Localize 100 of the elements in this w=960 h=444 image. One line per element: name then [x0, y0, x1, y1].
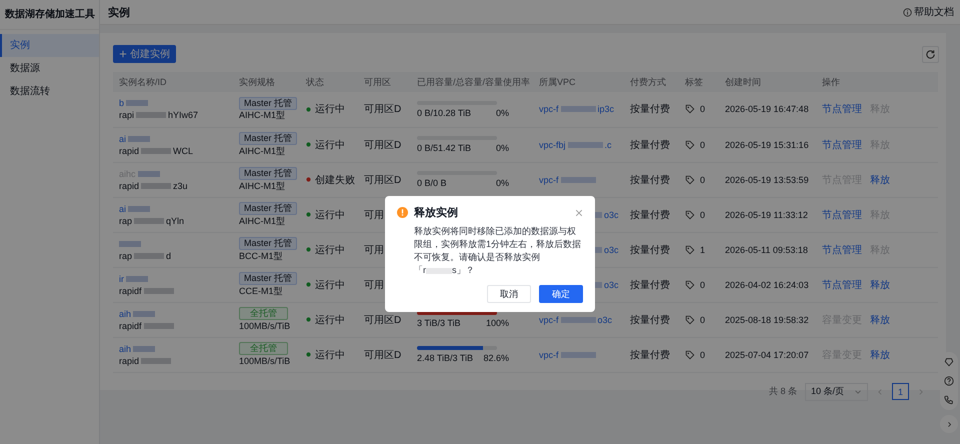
chevron-right-icon — [946, 420, 952, 428]
close-icon[interactable] — [575, 208, 583, 216]
action-link[interactable]: 释放 — [870, 278, 890, 292]
help-icon[interactable] — [944, 376, 954, 386]
sidebar-item[interactable]: 数据源 — [0, 57, 99, 80]
instance-name-link[interactable]: ai — [119, 134, 126, 144]
status-text: 运行中 — [315, 278, 345, 292]
action-link[interactable]: 释放 — [870, 312, 890, 326]
instance-id: hYIw67 — [168, 110, 198, 120]
tag-count: 0 — [700, 210, 706, 220]
usage-rate: 0% — [496, 178, 509, 188]
redaction-mask — [141, 182, 172, 188]
created-time: 2026-05-19 16:47:48 — [725, 104, 809, 114]
redaction-mask — [141, 148, 172, 154]
page-size-select[interactable]: 10 条/页 — [804, 382, 868, 400]
usage-text: 0 B/0 B — [417, 178, 447, 188]
refresh-button[interactable] — [922, 46, 939, 62]
action-link[interactable]: 释放 — [870, 348, 890, 362]
instance-name-link[interactable]: ai — [119, 204, 126, 214]
action-link[interactable]: 释放 — [870, 172, 890, 186]
action-link[interactable]: 节点管理 — [822, 278, 862, 292]
usage-text: 3 TiB/3 TiB — [417, 318, 461, 328]
redaction-mask — [138, 170, 160, 176]
zone-text: 可用区D — [364, 174, 402, 186]
redaction-mask — [560, 106, 596, 112]
instance-name-link[interactable]: ir — [119, 274, 124, 284]
instance-name-link[interactable]: aih — [119, 308, 132, 318]
billing-text: 按量付费 — [630, 314, 670, 326]
redaction-mask — [126, 100, 148, 106]
vpc-link[interactable]: vpc-f — [539, 174, 559, 184]
status-text: 运行中 — [315, 102, 345, 116]
instance-name-link[interactable]: aih — [119, 344, 132, 354]
create-button[interactable]: 创建实例 — [113, 45, 176, 63]
vpc-link[interactable]: o3c — [604, 210, 619, 220]
vpc-link[interactable]: .c — [604, 140, 612, 150]
billing-text: 按量付费 — [630, 280, 670, 290]
created-time: 2025-07-04 17:20:07 — [725, 350, 809, 360]
instance-id: rapid — [119, 356, 140, 366]
zone-text: 可用区D — [364, 140, 402, 150]
redaction-mask — [128, 136, 150, 142]
warning-icon — [397, 207, 408, 218]
redaction-mask — [134, 252, 164, 258]
spec-type: 100MB/s/TiB — [239, 321, 290, 331]
redaction-mask — [128, 206, 150, 212]
sidebar-item[interactable]: 实例 — [0, 34, 99, 57]
vpc-link[interactable]: ip3c — [598, 104, 614, 114]
confirm-button[interactable]: 确定 — [539, 285, 583, 303]
usage-text: 2.48 TiB/3 TiB — [417, 353, 474, 363]
instance-id: rapidf — [119, 286, 142, 296]
redaction-mask — [568, 142, 603, 148]
column-header: 所属VPC — [539, 76, 576, 86]
usage-rate: 0% — [496, 108, 509, 118]
vpc-link[interactable]: vpc-f — [539, 104, 559, 114]
cancel-button[interactable]: 取消 — [487, 285, 531, 303]
help-link[interactable]: 帮助文档 — [903, 5, 954, 19]
vpc-link[interactable]: o3c — [598, 314, 612, 324]
redaction-mask — [560, 352, 596, 358]
instance-id: rapi — [119, 110, 134, 120]
spec-badge: Master 托管 — [239, 237, 298, 250]
zone-text: 可用区D — [364, 350, 402, 360]
sidebar-item[interactable]: 数据流转 — [0, 80, 99, 103]
vpc-link[interactable]: vpc-fbj — [539, 140, 566, 150]
app-title: 数据湖存储加速工具 — [0, 0, 99, 30]
tag-count: 0 — [700, 140, 706, 150]
shield-icon[interactable] — [944, 356, 954, 367]
instance-id: qYln — [166, 216, 184, 226]
vpc-link[interactable]: vpc-f — [539, 350, 559, 360]
tag-count: 0 — [700, 280, 706, 290]
action-link[interactable]: 节点管理 — [822, 102, 862, 116]
tag-icon — [685, 210, 695, 220]
billing-text: 按量付费 — [630, 174, 670, 186]
phone-icon[interactable] — [944, 395, 954, 406]
billing-text: 按量付费 — [630, 350, 670, 360]
instance-id: rap — [119, 216, 132, 226]
column-header: 实例名称/ID — [119, 76, 167, 86]
instance-name-link[interactable]: b — [119, 98, 124, 108]
billing-text: 按量付费 — [630, 140, 670, 150]
created-time: 2026-05-19 13:53:59 — [725, 174, 809, 184]
created-time: 2026-05-11 09:53:18 — [725, 244, 808, 254]
tag-count: 0 — [700, 174, 706, 184]
info-icon — [903, 8, 912, 16]
spec-badge: 全托管 — [239, 307, 288, 320]
column-header: 可用区 — [364, 76, 391, 86]
action-link[interactable]: 节点管理 — [822, 242, 862, 256]
tag-icon — [685, 174, 695, 184]
zone-text: 可用 — [364, 244, 384, 256]
usage-rate: 100% — [486, 318, 509, 328]
action-link[interactable]: 节点管理 — [822, 138, 862, 152]
redaction-mask — [560, 176, 596, 182]
vpc-link[interactable]: o3c — [604, 244, 619, 254]
created-time: 2026-05-19 11:33:12 — [725, 210, 808, 220]
vpc-link[interactable]: vpc-f — [539, 314, 559, 324]
column-header: 付费方式 — [630, 76, 666, 86]
page-button[interactable]: 1 — [892, 383, 909, 400]
instance-id: z3u — [173, 180, 188, 190]
column-header: 状态 — [306, 76, 324, 86]
action-link[interactable]: 节点管理 — [822, 208, 862, 222]
vpc-link[interactable]: o3c — [604, 280, 619, 290]
redaction-mask — [133, 346, 156, 352]
dialog-title: 释放实例 — [414, 206, 459, 220]
